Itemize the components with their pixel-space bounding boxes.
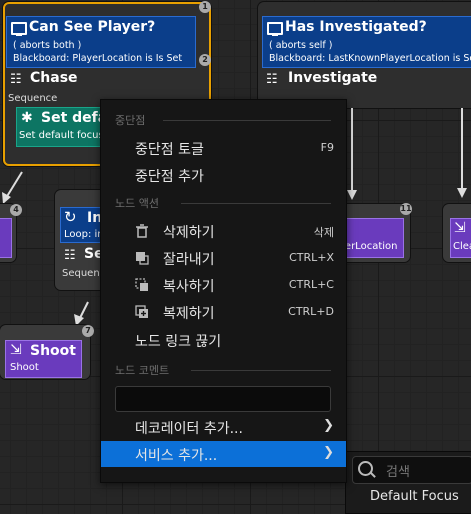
shortcut: F9 bbox=[320, 141, 334, 154]
section-breakpoints: 중단점 bbox=[115, 114, 146, 127]
menu-label: 중단점 추가 bbox=[135, 169, 204, 185]
menu-label: 복제하기 bbox=[163, 306, 215, 322]
clear-task[interactable]: ⇲ Clea bbox=[450, 218, 471, 258]
menu-label: 서비스 추가... bbox=[135, 448, 218, 464]
sequence-icon: ☷ bbox=[64, 248, 76, 263]
add-decorator-item[interactable]: 데코레이터 추가... ❯ bbox=[101, 414, 346, 440]
chevron-right-icon: ❯ bbox=[323, 445, 334, 460]
menu-label: 복사하기 bbox=[163, 279, 215, 295]
section-divider bbox=[191, 370, 331, 371]
delete-item[interactable]: 삭제하기 삭제 bbox=[101, 218, 346, 244]
loop-icon: ↻ bbox=[64, 208, 77, 226]
shoot-task[interactable]: ⇲ Shoot Shoot bbox=[5, 340, 82, 378]
add-breakpoint-item[interactable]: 중단점 추가 bbox=[101, 162, 346, 188]
section-node-actions: 노드 액션 bbox=[115, 197, 159, 210]
search-box[interactable]: 검색 bbox=[352, 456, 471, 484]
shortcut: CTRL+X bbox=[289, 251, 334, 264]
menu-label: 잘라내기 bbox=[163, 252, 215, 268]
cut-item[interactable]: 잘라내기 CTRL+X bbox=[101, 245, 346, 271]
search-handle bbox=[370, 472, 376, 478]
section-node-comment: 노드 코멘트 bbox=[115, 364, 170, 377]
search-input[interactable]: 검색 bbox=[386, 461, 410, 480]
chevron-right-icon: ❯ bbox=[323, 418, 334, 433]
copy-icon bbox=[135, 277, 149, 291]
move-icon: ⇲ bbox=[454, 220, 466, 236]
duplicate-item[interactable]: 복제하기 CTRL+D bbox=[101, 299, 346, 325]
cut-icon bbox=[135, 250, 149, 265]
loop-desc: Loop: in bbox=[64, 229, 104, 240]
task-desc: yerLocation bbox=[339, 241, 398, 252]
shortcut: CTRL+C bbox=[288, 278, 334, 291]
break-links-item[interactable]: 노드 링크 끊기 bbox=[101, 327, 346, 353]
duplicate-icon bbox=[135, 304, 149, 318]
shortcut: CTRL+D bbox=[288, 305, 334, 318]
menu-label: 데코레이터 추가... bbox=[135, 421, 243, 437]
shortcut: 삭제 bbox=[313, 226, 334, 239]
move-icon: ⇲ bbox=[10, 342, 22, 358]
menu-label: 중단점 토글 bbox=[135, 142, 204, 158]
toggle-breakpoint-item[interactable]: 중단점 토글 F9 bbox=[101, 135, 346, 161]
menu-label: 삭제하기 bbox=[163, 225, 215, 241]
shoot-title: Shoot bbox=[30, 343, 76, 359]
clear-desc: Clea bbox=[453, 241, 471, 252]
comment-input[interactable] bbox=[115, 386, 331, 412]
shoot-desc: Shoot bbox=[10, 362, 39, 373]
section-divider bbox=[163, 120, 331, 121]
menu-label: 노드 링크 끊기 bbox=[135, 334, 222, 350]
shoot-badge: 7 bbox=[82, 325, 94, 337]
context-menu: 중단점 중단점 토글 F9 중단점 추가 노드 액션 삭제하기 삭제 잘라내기 … bbox=[100, 99, 347, 483]
player-location-badge: 11 bbox=[400, 203, 412, 215]
left-task-badge: 4 bbox=[10, 204, 22, 216]
copy-item[interactable]: 복사하기 CTRL+C bbox=[101, 272, 346, 298]
left-task[interactable] bbox=[0, 218, 12, 258]
trash-icon bbox=[135, 223, 149, 238]
section-divider bbox=[181, 203, 331, 204]
add-service-item[interactable]: 서비스 추가... ❯ bbox=[101, 441, 346, 467]
search-result-item[interactable]: Default Focus bbox=[370, 489, 459, 504]
